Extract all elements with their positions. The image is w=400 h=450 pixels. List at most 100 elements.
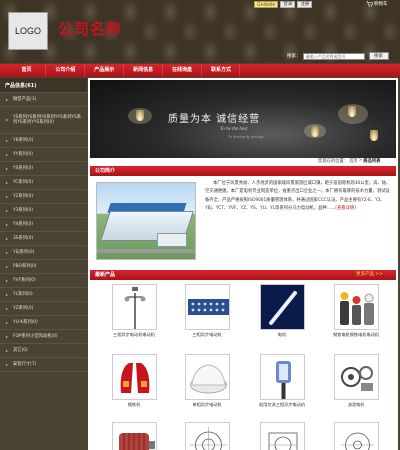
main-nav: 首页 公司介绍 产品展示 新闻信息 在线询盘 联系方式 [0, 64, 400, 77]
product-card[interactable]: 钢铁电机钢铁电机电动机 [316, 284, 396, 338]
search-button[interactable]: 搜索 [368, 52, 389, 60]
products-header: 最新产品 更多产品 >> [90, 270, 396, 280]
sidebar-item[interactable]: 3S系列(0) [0, 232, 87, 246]
drawing-icon [184, 422, 230, 450]
sidebar-item[interactable]: YU-K系列(0) [0, 316, 87, 330]
product-card[interactable]: 三相异步电动机 [167, 284, 247, 338]
product-card[interactable]: 油浸电机 [316, 354, 396, 408]
nav-inquiry[interactable]: 在线询盘 [164, 64, 202, 77]
lamp-icon [311, 126, 319, 137]
street-lamp-icon [259, 354, 305, 400]
product-card[interactable] [242, 422, 322, 450]
sidebar-item[interactable]: PBO系列(0) [0, 260, 87, 274]
tube-light-icon [259, 284, 305, 330]
sidebar-item[interactable]: YL系列(0) [0, 288, 87, 302]
product-name[interactable]: 钢铁电机钢铁电机电动机 [316, 332, 396, 338]
company-name: 公司名称 [58, 20, 123, 38]
intro-title: 公司简介 [95, 168, 116, 174]
sidebar-item[interactable]: YS系列(0) [0, 162, 87, 176]
product-name[interactable]: 三相异步电动机电动机 [94, 332, 174, 338]
register-link[interactable]: 注册 [297, 1, 313, 8]
motor-icon [111, 422, 157, 450]
products-more-link[interactable]: 更多产品 >> [356, 270, 383, 280]
nav-news[interactable]: 新闻信息 [125, 64, 163, 77]
product-name[interactable]: 三相异步电动机 [167, 332, 247, 338]
sidebar-item[interactable]: Y3系列(0) [0, 204, 87, 218]
sidebar-item[interactable]: FOP系列小型风动机(0) [0, 330, 87, 344]
motor-parts-icon [333, 354, 379, 400]
search-label: 搜索： [287, 54, 301, 59]
factory-road [97, 249, 195, 253]
lamp-post-icon [111, 284, 157, 330]
product-name[interactable]: 船用交流三相异步电动机 [242, 402, 322, 408]
machine-set-icon [333, 284, 379, 330]
banner: 质量为本 诚信经营 To be the best To develop by p… [90, 80, 396, 158]
cart-link[interactable]: 购物车 [366, 1, 388, 7]
breadcrumb-prefix: 您现在的位置： [318, 159, 349, 164]
product-card[interactable]: 单相异步电动机 [167, 354, 247, 408]
sidebar-item[interactable]: YB系列(0) [0, 134, 87, 148]
sidebar-item[interactable]: YY系列(0) [0, 148, 87, 162]
led-panel-icon [184, 284, 230, 330]
sidebar-item[interactable]: 其它(0) [0, 344, 87, 358]
main-content: 质量为本 诚信经营 To be the best To develop by p… [88, 78, 398, 450]
product-card[interactable] [167, 422, 247, 450]
sidebar-item[interactable]: YZ系列(0) [0, 302, 87, 316]
products-title: 最新产品 [95, 272, 116, 278]
sidebar: 产品信息(61) 微型产品(3) YS系列YS系列YS系列YYS系列YS系列YS… [0, 78, 87, 450]
sidebar-item[interactable]: Y2系列(0) [0, 190, 87, 204]
search-input[interactable] [302, 52, 365, 60]
factory-annex [157, 233, 187, 247]
product-card[interactable]: 钢铁机 [94, 354, 174, 408]
lamp-icon [348, 106, 356, 117]
product-card[interactable]: 电机 [242, 284, 322, 338]
drawing-icon [259, 422, 305, 450]
product-card[interactable] [94, 422, 174, 450]
intro-more-link[interactable]: [查看详情] [335, 206, 356, 211]
sidebar-item[interactable]: YVF系列(0) [0, 274, 87, 288]
sidebar-item[interactable]: YC系列(0) [0, 176, 87, 190]
factory-image [96, 182, 196, 260]
intro-body: 本厂位于风景秀丽、人杰地灵的国家级风景旅游区城口镇，距宁波国际机场30公里，海、… [205, 181, 391, 211]
sidebar-item[interactable]: 微型产品(3) [0, 93, 87, 107]
product-name[interactable]: 钢铁机 [94, 402, 174, 408]
product-name[interactable]: 油浸电机 [316, 402, 396, 408]
login-link[interactable]: 登录 [280, 1, 296, 8]
product-name[interactable]: 电机 [242, 332, 322, 338]
banner-sub: To be the best [220, 127, 248, 132]
intro-text: 本厂位于风景秀丽、人杰地灵的国家级风景旅游区城口镇，距宁波国际机场30公里，海、… [205, 180, 391, 213]
page: LOGO 公司名称 Goldsite 登录 注册 购物车 搜索： 搜索 首页 公… [0, 0, 400, 450]
tail-light-icon [111, 354, 157, 400]
lamp-icon [136, 110, 144, 121]
drawing-icon [333, 422, 379, 450]
sidebar-title: 产品信息(61) [0, 78, 87, 93]
nav-home[interactable]: 首页 [8, 64, 46, 77]
nav-products[interactable]: 产品展示 [86, 64, 124, 77]
breadcrumb-home[interactable]: 首页 [349, 158, 358, 164]
banner-slogan: 质量为本 诚信经营 [168, 114, 261, 125]
search-bar: 搜索： 搜索 [287, 52, 389, 60]
product-card[interactable] [316, 422, 396, 450]
sidebar-item[interactable]: Y4系列(0) [0, 218, 87, 232]
intro-header: 公司简介 [90, 166, 396, 176]
sidebar-item[interactable]: YS系列YS系列YS系列YYS系列YS系列YS系列YYS系列(0) [0, 107, 87, 134]
product-card[interactable]: 三相异步电动机电动机 [94, 284, 174, 338]
lamp-icon [370, 130, 378, 141]
top-links: Goldsite 登录 注册 [254, 1, 313, 8]
nav-contact[interactable]: 联系方式 [202, 64, 241, 77]
breadcrumb-sep: > [358, 158, 363, 163]
product-name[interactable]: 单相异步电动机 [167, 402, 247, 408]
header: LOGO 公司名称 Goldsite 登录 注册 购物车 搜索： 搜索 [0, 0, 400, 63]
product-card[interactable]: 船用交流三相异步电动机 [242, 354, 322, 408]
nav-about[interactable]: 公司介绍 [47, 64, 85, 77]
cart-icon [366, 1, 373, 7]
goldsite-link[interactable]: Goldsite [254, 1, 279, 8]
lamp-shade-icon [184, 354, 230, 400]
sidebar-item[interactable]: 安装尺寸(7) [0, 358, 87, 372]
breadcrumb: 您现在的位置： 首页 > 商品列表 [318, 158, 380, 164]
sidebar-item[interactable]: YEJ系列(0) [0, 246, 87, 260]
breadcrumb-current: 商品列表 [363, 159, 381, 164]
cart-label: 购物车 [374, 2, 388, 7]
logo[interactable]: LOGO [8, 12, 48, 50]
banner-sub2: To develop by prestige [228, 134, 264, 139]
